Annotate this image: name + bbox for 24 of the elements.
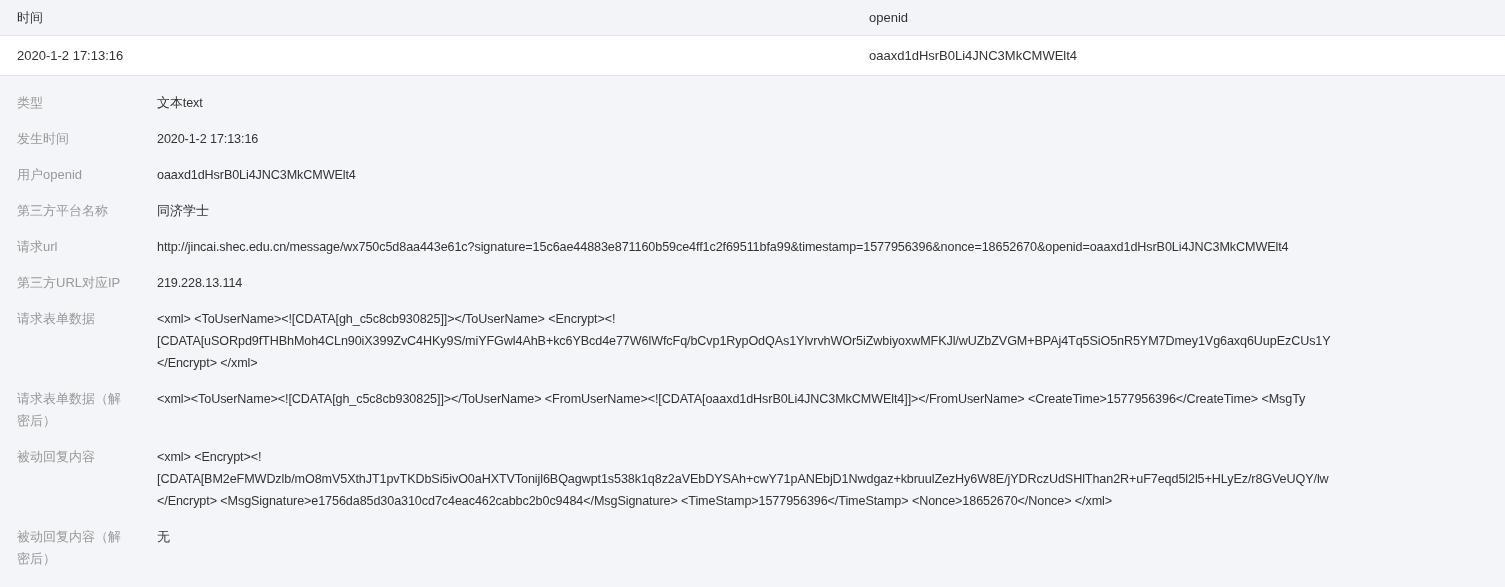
field-value: 2020-1-2 17:13:16 bbox=[157, 131, 259, 148]
column-header: openid bbox=[869, 9, 909, 25]
field-label: 被动回复内容（解密后） bbox=[17, 528, 122, 568]
table-cell: 2020-1-2 17:13:16 bbox=[17, 47, 124, 63]
field-value: 文本text bbox=[157, 95, 203, 112]
field-label: 请求表单数据（解密后） bbox=[17, 390, 122, 430]
field-value: oaaxd1dHsrB0Li4JNC3MkCMWElt4 bbox=[157, 167, 356, 184]
field-value: 同济学士 bbox=[157, 203, 209, 220]
field-label: 发生时间 bbox=[17, 130, 70, 148]
field-value: 219.228.13.114 bbox=[157, 275, 243, 292]
field-label: 第三方平台名称 bbox=[17, 202, 109, 220]
field-label: 类型 bbox=[17, 94, 44, 112]
field-value: <xml><ToUserName><![CDATA[gh_c5c8cb930825]]></ToUserName> <FromUserName><![CDATA[oaaxd1dHsrB0Li4JNC3MkCMWElt4]]></FromUserName> <CreateTime>1577956396</CreateTime> <MsgTy bbox=[157, 391, 1306, 408]
table-cell: oaaxd1dHsrB0Li4JNC3MkCMWElt4 bbox=[869, 47, 1078, 63]
field-label: 请求url bbox=[17, 238, 59, 256]
field-value: http://jincai.shec.edu.cn/message/wx750c5d8aa443e61c?signature=15c6ae44883e871160b59ce4ff1c2f69511bfa99&timestamp=1577956396&nonce=18652670&openid=oaaxd1dHsrB0Li4JNC3MkCMWElt4 bbox=[157, 239, 1289, 256]
field-value: <xml> <ToUserName><![CDATA[gh_c5c8cb930825]]></ToUserName> <Encrypt><! [CDATA[uSORpd9fTHBhMoh4CLn90iX399ZvC4HKy9S/miYFGwl4AhB+kc6YBcd4e77W6lWfcFq/bCvp1RypOdQAs1YlvrvhWOr5iZwbiyoxwMFKJl/wUZbZVGM+BPAj4Tq5SiO5nR5YM7Dmey1Vg6axq6UupEzCUs1Y </Encrypt> </xml> bbox=[157, 311, 1331, 372]
field-label: 第三方URL对应IP bbox=[17, 274, 122, 292]
field-label: 请求表单数据 bbox=[17, 310, 96, 328]
field-value: <xml> <Encrypt><! [CDATA[BM2eFMWDzlb/mO8mV5XthJT1pvTKDbSi5ivO0aHXTVTonijl6BQagwpt1s538k1q8z2aVEbDYSAh+cwY71pANEbjD1Nwdgaz+kbruulZezHy6W8E/jYDRczUdSHlThan2R+uF7eqd5l2l5+HLyEz/r8GVeUQY/lw </Encrypt> <MsgSignature>e1756da85d30a310cd7c4eac462cabbc2b0c9484</MsgSignature> <TimeStamp>1577956396</TimeStamp> <Nonce>18652670</Nonce> </xml> bbox=[157, 449, 1329, 510]
field-value: 无 bbox=[157, 529, 170, 546]
column-header: 时间 bbox=[17, 9, 43, 25]
field-label: 用户openid bbox=[17, 166, 84, 184]
field-label: 被动回复内容 bbox=[17, 448, 96, 466]
